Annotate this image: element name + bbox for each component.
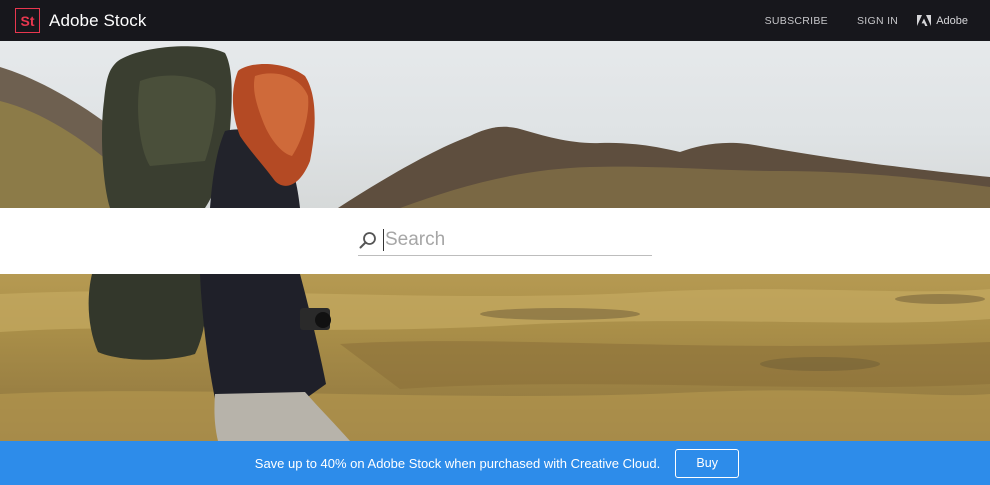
hero-image-bottom: [0, 274, 990, 441]
search-input[interactable]: [383, 229, 643, 251]
adobe-logo-icon: [917, 15, 932, 26]
search-section: [0, 208, 990, 274]
adobe-link-label: Adobe: [936, 14, 968, 27]
buy-button[interactable]: Buy: [675, 448, 740, 478]
promo-text: Save up to 40% on Adobe Stock when purch…: [254, 455, 661, 471]
top-navigation-bar: St Adobe Stock SUBSCRIBE SIGN IN Adobe: [0, 0, 990, 41]
adobe-link[interactable]: Adobe: [917, 15, 968, 27]
adobe-stock-logo[interactable]: St: [15, 8, 40, 33]
search-icon: [359, 232, 376, 249]
nav-links: SUBSCRIBE SIGN IN Adobe: [765, 0, 990, 41]
hero-landscape-top: [0, 46, 990, 208]
logo-mark-text: St: [20, 12, 35, 29]
subscribe-link[interactable]: SUBSCRIBE: [765, 15, 828, 27]
sign-in-link[interactable]: SIGN IN: [857, 15, 898, 27]
search-field[interactable]: [358, 225, 652, 256]
page: St Adobe Stock SUBSCRIBE SIGN IN Adobe S…: [0, 0, 990, 485]
promo-banner: Save up to 40% on Adobe Stock when purch…: [0, 441, 990, 485]
hero-landscape-bottom: [0, 274, 990, 441]
brand-name[interactable]: Adobe Stock: [49, 11, 147, 31]
hero-image-top: [0, 41, 990, 208]
